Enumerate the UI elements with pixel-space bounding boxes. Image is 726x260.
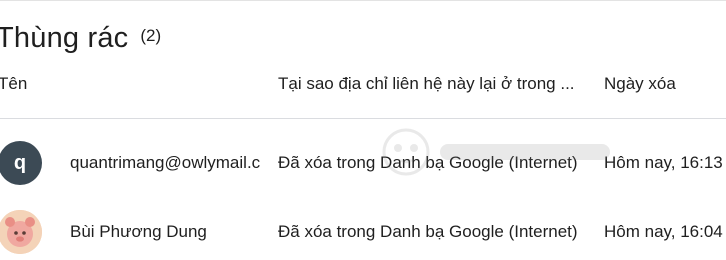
deleted-date: Hôm nay, 16:04 bbox=[604, 222, 723, 241]
column-header-reason[interactable]: Tại sao địa chỉ liên hệ này lại ở trong … bbox=[278, 74, 596, 94]
header-divider bbox=[0, 118, 726, 119]
avatar: q bbox=[0, 141, 42, 185]
table-header: Tên Tại sao địa chỉ liên hệ này lại ở tr… bbox=[0, 74, 726, 98]
deletion-reason: Đã xóa trong Danh bạ Google (Internet) bbox=[278, 222, 578, 241]
table-row[interactable]: Bùi Phương Dung Đã xóa trong Danh bạ Goo… bbox=[0, 204, 726, 260]
column-header-date[interactable]: Ngày xóa bbox=[604, 74, 676, 94]
contact-name: Bùi Phương Dung bbox=[70, 222, 207, 241]
avatar-photo-icon bbox=[0, 210, 42, 254]
deletion-reason: Đã xóa trong Danh bạ Google (Internet) bbox=[278, 153, 578, 172]
deleted-date: Hôm nay, 16:13 bbox=[604, 153, 723, 172]
avatar bbox=[0, 210, 42, 254]
table-row[interactable]: q quantrimang@owlymail.c Đã xóa trong Da… bbox=[0, 135, 726, 191]
title-area: Thùng rác (2) bbox=[0, 18, 161, 58]
contact-name: quantrimang@owlymail.c bbox=[70, 153, 261, 172]
column-header-name[interactable]: Tên bbox=[0, 74, 27, 94]
top-divider bbox=[0, 0, 726, 1]
item-count: (2) bbox=[140, 26, 162, 45]
page-title: Thùng rác bbox=[0, 21, 129, 54]
